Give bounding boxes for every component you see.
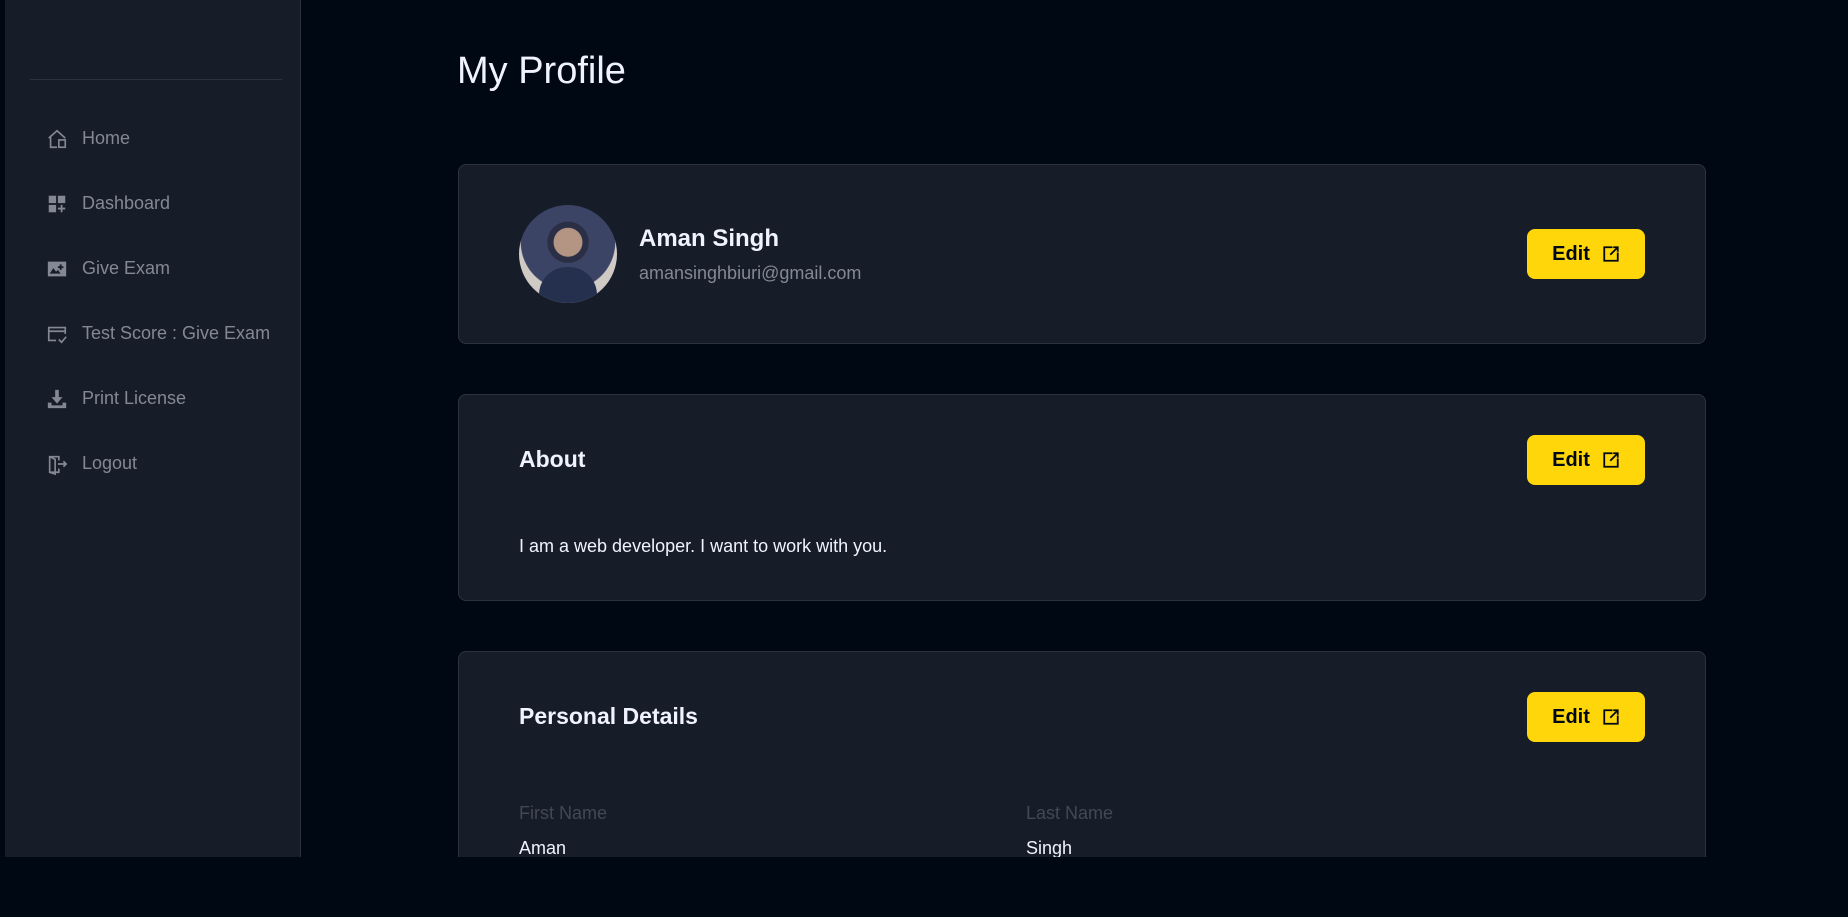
sidebar-item-label: Logout <box>82 453 138 473</box>
edit-button-label: Edit <box>1552 448 1590 471</box>
score-icon <box>45 322 69 346</box>
exam-icon <box>45 257 69 281</box>
about-title: About <box>519 446 586 472</box>
edit-about-button[interactable]: Edit <box>1527 435 1645 485</box>
about-text: I am a web developer. I want to work wit… <box>519 536 888 556</box>
first-name-value: Aman <box>519 838 567 858</box>
download-icon <box>45 387 69 411</box>
profile-email: amansinghbiuri@gmail.com <box>639 263 862 283</box>
avatar <box>519 205 617 303</box>
sidebar-divider <box>30 79 282 80</box>
sidebar-item-logout[interactable]: Logout <box>5 431 300 496</box>
edit-button-label: Edit <box>1552 242 1590 265</box>
sidebar-item-label: Give Exam <box>82 258 171 278</box>
sidebar-item-home[interactable]: Home <box>5 106 300 171</box>
last-name-value: Singh <box>1026 838 1073 858</box>
sidebar-item-dashboard[interactable]: Dashboard <box>5 171 300 236</box>
last-name-label: Last Name <box>1026 803 1114 823</box>
sidebar-item-label: Test Score : Give Exam <box>82 323 271 343</box>
edit-icon <box>1603 246 1619 262</box>
personal-details-title: Personal Details <box>519 703 698 729</box>
sidebar-item-label: Dashboard <box>82 193 171 213</box>
sidebar-item-print-license[interactable]: Print License <box>5 366 300 431</box>
sidebar-nav: Home Dashboard Give Exam Test Score : Gi… <box>5 106 300 496</box>
sidebar-item-label: Print License <box>82 388 187 408</box>
edit-icon <box>1603 452 1619 468</box>
bottom-bar <box>0 857 1848 917</box>
personal-details-card: Personal Details Edit First Name Aman La… <box>458 651 1706 881</box>
edit-icon <box>1603 709 1619 725</box>
edit-profile-button[interactable]: Edit <box>1527 229 1645 279</box>
first-name-label: First Name <box>519 803 608 823</box>
sidebar-item-test-score[interactable]: Test Score : Give Exam <box>5 301 300 366</box>
dashboard-icon <box>45 192 69 216</box>
profile-card: Aman Singh amansinghbiuri@gmail.com Edit <box>458 164 1706 344</box>
page-title: My Profile <box>457 50 626 92</box>
home-icon <box>45 127 69 151</box>
sidebar: Home Dashboard Give Exam Test Score : Gi… <box>5 0 301 857</box>
edit-button-label: Edit <box>1552 705 1590 728</box>
profile-name: Aman Singh <box>639 225 780 252</box>
logout-icon <box>45 452 69 476</box>
sidebar-item-label: Home <box>82 128 131 148</box>
sidebar-item-give-exam[interactable]: Give Exam <box>5 236 300 301</box>
app-window: Home Dashboard Give Exam Test Score : Gi… <box>5 0 1848 881</box>
edit-personal-details-button[interactable]: Edit <box>1527 692 1645 742</box>
main-content: My Profile Aman Singh amansinghbiuri@gma… <box>301 0 1848 881</box>
about-card: About Edit I am a web developer. I want … <box>458 394 1706 601</box>
